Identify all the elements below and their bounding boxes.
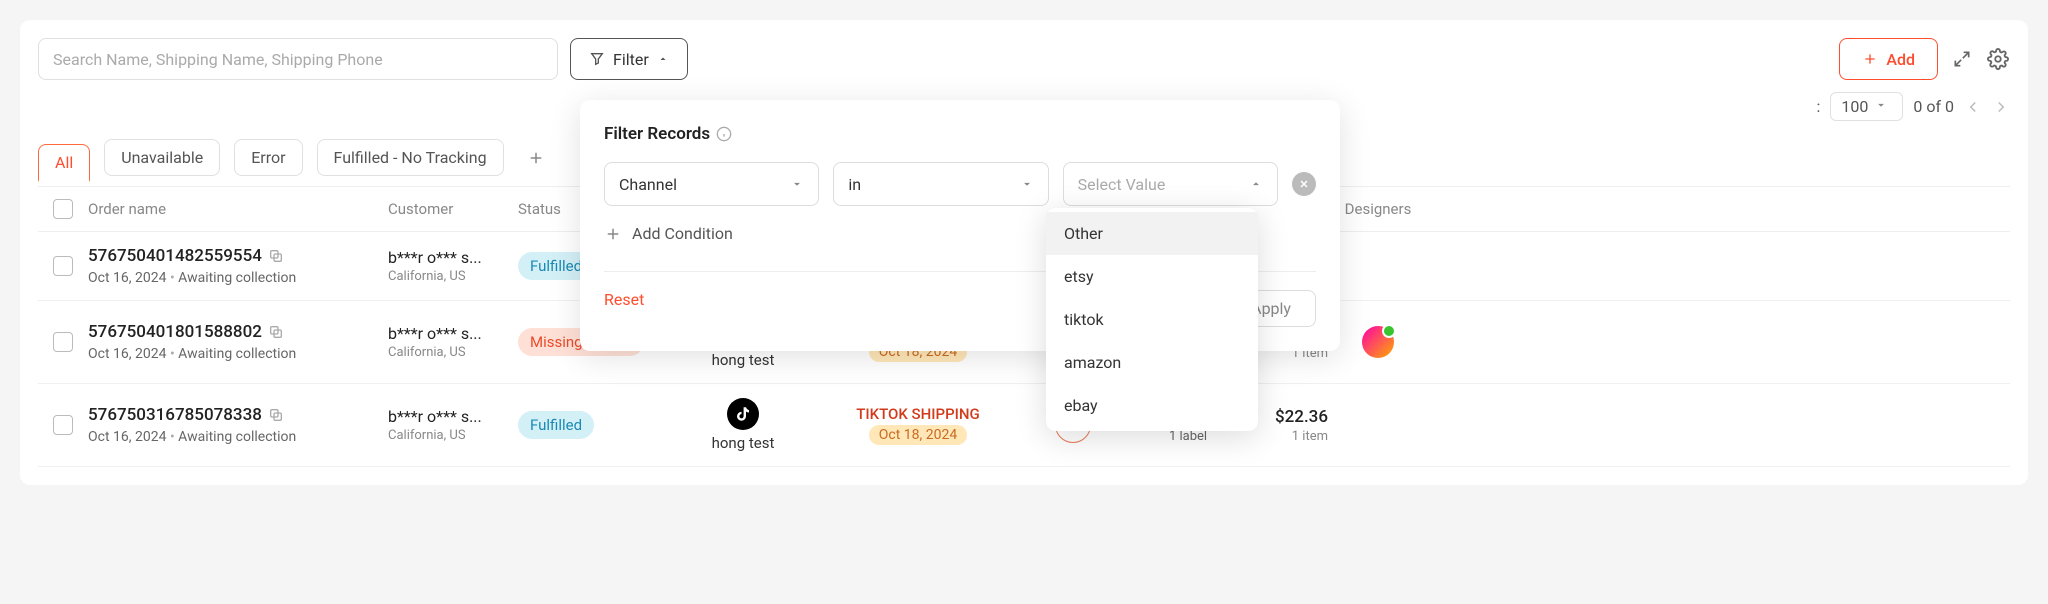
info-icon[interactable] <box>716 126 732 142</box>
customer-location: California, US <box>388 269 518 284</box>
tab-error[interactable]: Error <box>234 139 302 176</box>
order-substatus: Awaiting collection <box>178 346 296 362</box>
filter-field-value: Channel <box>619 175 677 194</box>
dropdown-item-tiktok[interactable]: tiktok <box>1046 298 1258 341</box>
customer-location: California, US <box>388 345 518 360</box>
designer-avatar[interactable] <box>1362 326 1394 358</box>
customer-name: b***r o*** s... <box>388 407 518 426</box>
pager-count: 0 of 0 <box>1913 97 1954 116</box>
copy-icon[interactable] <box>268 407 284 423</box>
shipping-date: Oct 18, 2024 <box>869 425 967 445</box>
add-button[interactable]: Add <box>1839 38 1938 80</box>
store-name: hong test <box>712 434 775 452</box>
table-row: 576750316785078338 Oct 16, 2024 • Awaiti… <box>38 384 2010 467</box>
filter-value-select[interactable]: Select Value <box>1063 162 1278 206</box>
row-checkbox[interactable] <box>53 415 73 435</box>
order-date: Oct 16, 2024 <box>88 346 166 362</box>
chevron-down-icon <box>1874 98 1892 116</box>
status-badge: Fulfilled <box>518 411 594 439</box>
gear-icon[interactable] <box>1986 47 2010 71</box>
filter-field-select[interactable]: Channel <box>604 162 819 206</box>
pager-colon: : <box>1817 97 1821 116</box>
col-customer: Customer <box>388 200 518 218</box>
reset-button[interactable]: Reset <box>604 290 644 327</box>
dropdown-item-other[interactable]: Other <box>1046 212 1258 255</box>
tab-unavailable[interactable]: Unavailable <box>104 139 220 176</box>
remove-condition-button[interactable] <box>1292 172 1316 196</box>
order-id: 576750401482559554 <box>88 246 262 266</box>
tab-fulfilled-no-tracking[interactable]: Fulfilled - No Tracking <box>317 139 504 176</box>
plus-icon <box>604 225 622 243</box>
value-dropdown: Otheretsytiktokamazonebay <box>1046 208 1258 431</box>
copy-icon[interactable] <box>268 324 284 340</box>
order-id: 576750316785078338 <box>88 405 262 425</box>
dropdown-item-amazon[interactable]: amazon <box>1046 341 1258 384</box>
next-page[interactable] <box>1992 98 2010 116</box>
popover-title: Filter Records <box>604 124 710 144</box>
search-input[interactable] <box>38 38 558 80</box>
select-all-checkbox[interactable] <box>53 199 73 219</box>
order-id: 576750401801588802 <box>88 322 262 342</box>
customer-name: b***r o*** s... <box>388 248 518 267</box>
per-page-value: 100 <box>1841 97 1868 116</box>
dropdown-item-etsy[interactable]: etsy <box>1046 255 1258 298</box>
order-substatus: Awaiting collection <box>178 270 296 286</box>
tab-all[interactable]: All <box>38 144 90 182</box>
filter-button[interactable]: Filter <box>570 38 688 80</box>
shipping-method: TIKTOK SHIPPING <box>828 405 1008 423</box>
filter-operator-select[interactable]: in <box>833 162 1048 206</box>
filter-operator-value: in <box>848 175 861 194</box>
filter-label: Filter <box>613 50 649 69</box>
expand-icon[interactable] <box>1950 47 1974 71</box>
order-date: Oct 16, 2024 <box>88 270 166 286</box>
chevron-down-icon <box>1020 177 1034 191</box>
add-tab-button[interactable] <box>518 140 554 176</box>
prev-page[interactable] <box>1964 98 1982 116</box>
row-checkbox[interactable] <box>53 332 73 352</box>
order-substatus: Awaiting collection <box>178 429 296 445</box>
tiktok-logo-icon <box>727 398 759 430</box>
chevron-down-icon <box>790 177 804 191</box>
filter-icon <box>589 51 605 67</box>
row-checkbox[interactable] <box>53 256 73 276</box>
order-date: Oct 16, 2024 <box>88 429 166 445</box>
col-designers: Designers <box>1328 200 1428 218</box>
chevron-up-icon <box>657 53 669 65</box>
chevron-up-icon <box>1249 177 1263 191</box>
store-name: hong test <box>712 351 775 369</box>
customer-location: California, US <box>388 428 518 443</box>
per-page-select[interactable]: 100 <box>1830 92 1903 121</box>
dropdown-item-ebay[interactable]: ebay <box>1046 384 1258 427</box>
add-condition-label: Add Condition <box>632 224 733 243</box>
order-item-count: 1 item <box>1238 429 1328 444</box>
copy-icon[interactable] <box>268 248 284 264</box>
plus-icon <box>1862 51 1878 67</box>
customer-name: b***r o*** s... <box>388 324 518 343</box>
filter-value-placeholder: Select Value <box>1078 175 1166 194</box>
add-label: Add <box>1886 50 1915 69</box>
col-order: Order name <box>88 200 388 218</box>
